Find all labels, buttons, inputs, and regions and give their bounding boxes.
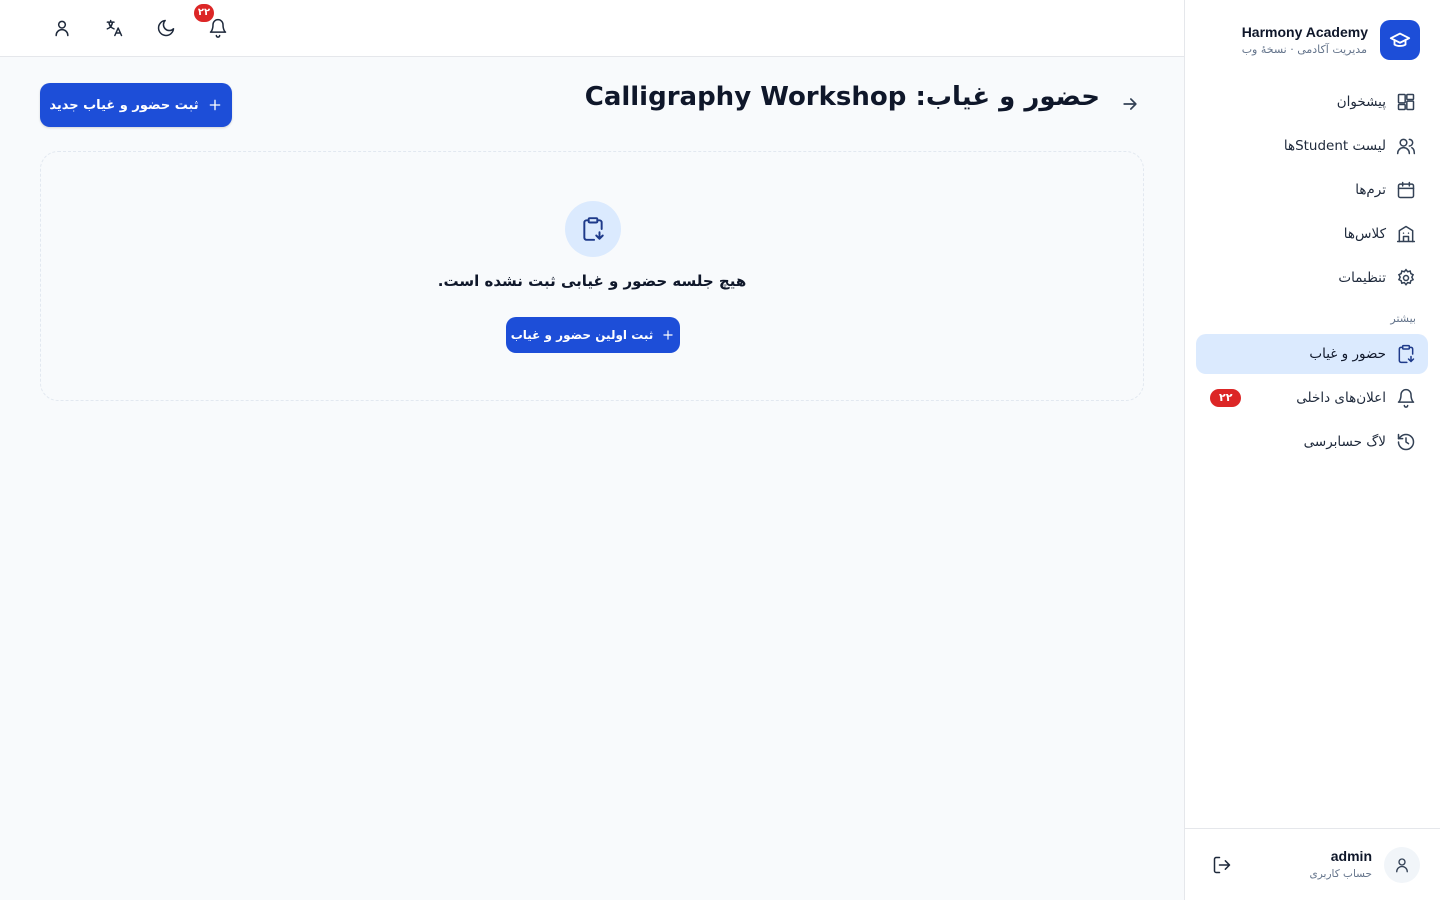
clipboard-icon: [565, 201, 621, 257]
sidebar-section-label: بیشتر: [1390, 312, 1416, 325]
sidebar-item-notifications[interactable]: اعلان‌های داخلی ۲۲: [1196, 378, 1428, 418]
building-icon: [1396, 224, 1416, 244]
sidebar-item-label: کلاس‌ها: [1343, 226, 1386, 242]
translate-icon[interactable]: [102, 16, 126, 40]
user-role: حساب کاربری: [1309, 868, 1372, 880]
sidebar-item-classes[interactable]: کلاس‌ها: [1196, 214, 1428, 254]
avatar[interactable]: [1384, 847, 1420, 883]
empty-state-card: هیچ جلسه حضور و غیابی ثبت نشده است. ثبت …: [40, 151, 1144, 401]
moon-icon[interactable]: [154, 16, 178, 40]
plus-icon: [209, 99, 221, 111]
sidebar-item-dashboard[interactable]: پیشخوان: [1196, 82, 1428, 122]
new-attendance-button[interactable]: ثبت حضور و غیاب جدید: [40, 83, 232, 127]
plus-icon: [663, 330, 673, 340]
user-name: admin: [1330, 848, 1372, 864]
sidebar-item-label: لیست Studentها: [1283, 138, 1386, 154]
brand[interactable]: Harmony Academy مدیریت آکادمی · نسخهٔ وب: [1242, 20, 1420, 60]
topbar-notification-badge: ۲۲: [194, 4, 214, 22]
sidebar-item-attendance[interactable]: حضور و غیاب: [1196, 334, 1428, 374]
user-panel: admin حساب کاربری: [1184, 828, 1440, 900]
back-arrow-icon[interactable]: [1120, 94, 1140, 114]
first-attendance-button-label: ثبت اولین حضور و غیاب: [510, 328, 654, 342]
sidebar-item-label: لاگ حسابرسی: [1303, 434, 1386, 450]
sidebar-item-label: تنظیمات: [1338, 270, 1386, 286]
sidebar-nav: پیشخوان لیست Studentها ترم‌ها کلاس‌ها تن…: [1196, 82, 1428, 466]
sidebar-item-label: اعلان‌های داخلی: [1296, 390, 1386, 406]
new-attendance-button-label: ثبت حضور و غیاب جدید: [49, 97, 199, 113]
notification-count-badge: ۲۲: [1210, 389, 1242, 407]
dashboard-icon: [1396, 92, 1416, 112]
page-title: حضور و غیاب: Calligraphy Workshop: [584, 82, 1100, 112]
user-icon[interactable]: [50, 16, 74, 40]
empty-state-text: هیچ جلسه حضور و غیابی ثبت نشده است.: [437, 272, 747, 290]
calendar-icon: [1396, 180, 1416, 200]
history-icon: [1396, 432, 1416, 452]
gear-icon: [1396, 268, 1416, 288]
clipboard-icon: [1396, 344, 1416, 364]
topbar: ۲۲: [0, 0, 1184, 57]
sidebar-item-students[interactable]: لیست Studentها: [1196, 126, 1428, 166]
brand-name: Harmony Academy: [1241, 24, 1368, 40]
sidebar-item-audit-log[interactable]: لاگ حسابرسی: [1196, 422, 1428, 462]
sidebar-item-label: ترم‌ها: [1355, 182, 1386, 198]
sidebar-item-terms[interactable]: ترم‌ها: [1196, 170, 1428, 210]
sidebar-item-settings[interactable]: تنظیمات: [1196, 258, 1428, 298]
logout-icon[interactable]: [1210, 855, 1232, 877]
sidebar-item-label: پیشخوان: [1336, 94, 1386, 110]
brand-subtitle: مدیریت آکادمی · نسخهٔ وب: [1241, 43, 1367, 56]
sidebar-item-label: حضور و غیاب: [1309, 346, 1386, 362]
user-icon: [1396, 858, 1408, 873]
users-icon: [1396, 136, 1416, 156]
sidebar: Harmony Academy مدیریت آکادمی · نسخهٔ وب…: [1184, 0, 1440, 900]
bell-icon: [1396, 388, 1416, 408]
graduation-cap-icon: [1380, 20, 1420, 60]
first-attendance-button[interactable]: ثبت اولین حضور و غیاب: [506, 317, 680, 353]
